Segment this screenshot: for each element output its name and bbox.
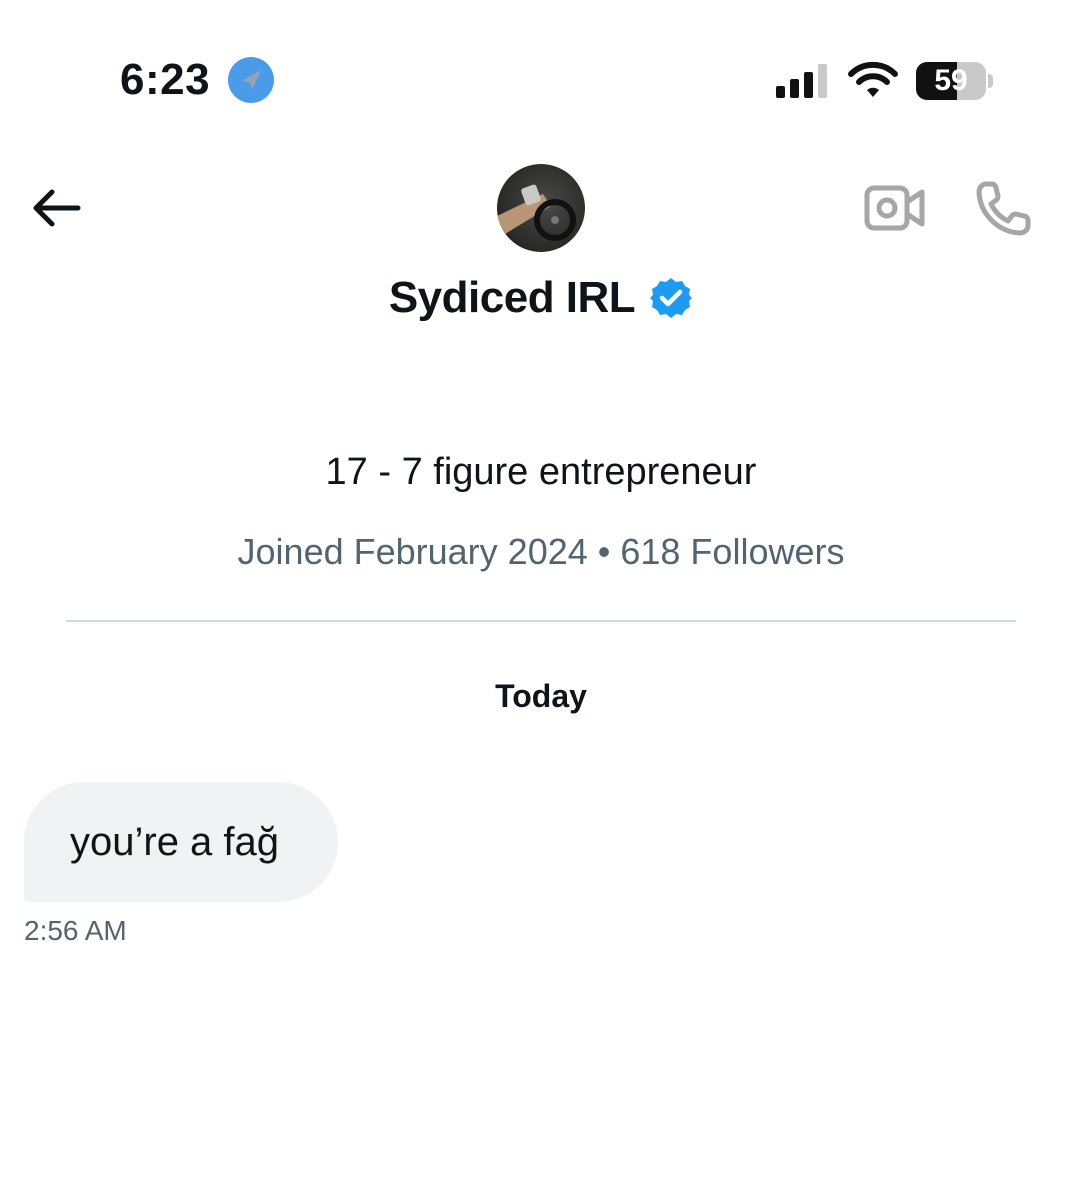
back-arrow-icon[interactable] xyxy=(28,184,84,232)
battery-percent: 59 xyxy=(934,64,968,97)
battery-indicator: 59 xyxy=(916,62,994,100)
cellular-signal-icon xyxy=(776,64,827,98)
profile-meta: Joined February 2024 • 618 Followers xyxy=(237,531,845,572)
message-text: you’re a fağ xyxy=(70,820,280,864)
phone-call-icon[interactable] xyxy=(974,178,1034,238)
verified-badge-icon xyxy=(650,278,693,318)
profile-bio: 17 - 7 figure entrepreneur xyxy=(325,451,757,493)
message-timestamp: 2:56 AM xyxy=(24,915,127,946)
wifi-icon xyxy=(848,61,898,97)
avatar[interactable] xyxy=(497,164,585,252)
location-arrow-icon xyxy=(228,57,274,103)
message-bubble[interactable]: you’re a fağ xyxy=(24,782,338,902)
profile-name[interactable]: Sydiced IRL xyxy=(389,273,636,323)
divider xyxy=(66,620,1016,622)
day-separator: Today xyxy=(495,678,587,714)
video-call-icon[interactable] xyxy=(864,184,926,232)
profile-name-row: Sydiced IRL xyxy=(0,266,1082,330)
status-time: 6:23 xyxy=(120,55,211,104)
